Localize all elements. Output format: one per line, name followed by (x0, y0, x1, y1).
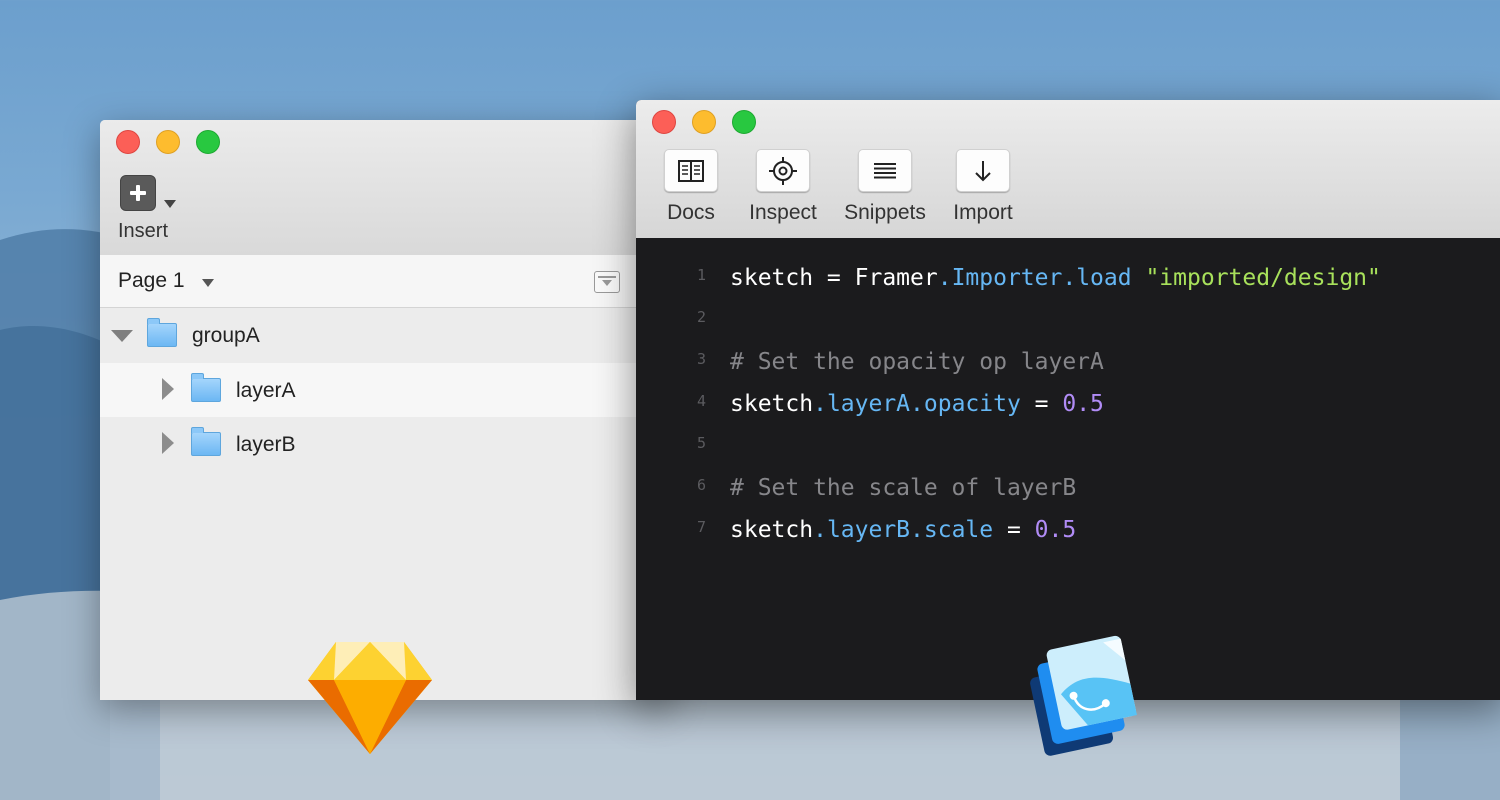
line-number: 5 (696, 434, 706, 452)
disclosure-expanded-icon[interactable] (111, 330, 133, 342)
code-editor[interactable]: 1 sketch = Framer.Importer.load "importe… (636, 238, 1500, 700)
code-comment: # Set the opacity op layerA (730, 349, 1104, 375)
close-button[interactable] (116, 130, 140, 154)
zoom-button[interactable] (732, 110, 756, 134)
sketch-toolbar: Insert (100, 120, 670, 256)
line-number: 6 (696, 476, 706, 494)
line-number: 1 (696, 266, 706, 284)
code-text: # Set the scale of layerB (730, 468, 1076, 508)
docs-button[interactable] (664, 149, 718, 192)
snippets-button[interactable] (858, 149, 912, 192)
line-number: 2 (696, 308, 706, 326)
lines-icon (874, 162, 896, 178)
snippets-label: Snippets (844, 201, 926, 224)
code-line[interactable]: 5 (636, 426, 1500, 466)
plus-icon (130, 185, 146, 201)
zoom-button[interactable] (196, 130, 220, 154)
insert-dropdown-icon[interactable] (164, 200, 176, 208)
minimize-button[interactable] (692, 110, 716, 134)
arrow-down-icon (975, 160, 991, 181)
insert-label: Insert (118, 220, 169, 242)
code-token: 0.5 (1062, 391, 1104, 417)
code-line[interactable]: 4 sketch.layerA.opacity = 0.5 (636, 384, 1500, 424)
code-text: # Set the opacity op layerA (730, 342, 1104, 382)
code-token: .layerA.opacity (813, 391, 1021, 417)
code-line[interactable]: 1 sketch = Framer.Importer.load "importe… (636, 258, 1500, 298)
import-button[interactable] (956, 149, 1010, 192)
folder-icon (147, 318, 177, 347)
layer-row-groupA[interactable]: groupA (100, 308, 670, 362)
code-line[interactable]: 3 # Set the opacity op layerA (636, 342, 1500, 382)
code-text: sketch.layerA.opacity = 0.5 (730, 384, 1104, 424)
minimize-button[interactable] (156, 130, 180, 154)
code-line[interactable]: 6 # Set the scale of layerB (636, 468, 1500, 508)
sketch-window: Insert Page 1 groupA layerA layerB (100, 120, 670, 700)
code-comment: # Set the scale of layerB (730, 475, 1077, 501)
code-text: sketch.layerB.scale = 0.5 (730, 510, 1076, 550)
layer-name: groupA (192, 324, 260, 347)
book-icon (678, 159, 704, 182)
close-button[interactable] (652, 110, 676, 134)
collapse-pages-icon[interactable] (594, 271, 620, 293)
folder-icon (191, 427, 221, 456)
sketch-app-icon (308, 642, 432, 754)
line-number: 3 (696, 350, 706, 368)
framer-window: Docs Inspect Snippets Import 1 sketch = … (636, 100, 1500, 700)
import-label: Import (953, 201, 1013, 224)
line-number: 7 (696, 518, 706, 536)
chevron-down-icon[interactable] (202, 279, 214, 287)
code-token: sketch = Framer (730, 265, 938, 291)
layer-name: layerB (236, 433, 296, 456)
code-text: sketch = Framer.Importer.load "imported/… (730, 258, 1381, 298)
line-number: 4 (696, 392, 706, 410)
layer-row-layerB[interactable]: layerB (100, 417, 670, 471)
insert-button[interactable] (120, 175, 156, 211)
layer-name: layerA (236, 379, 296, 402)
inspect-button[interactable] (756, 149, 810, 192)
code-token: .layerB.scale (813, 517, 994, 543)
disclosure-collapsed-icon[interactable] (162, 432, 174, 454)
code-token: "imported/design" (1145, 265, 1381, 291)
code-token: 0.5 (1034, 517, 1077, 543)
crosshair-icon (769, 156, 797, 185)
page-selector-bar: Page 1 (100, 255, 670, 308)
framer-toolbar: Docs Inspect Snippets Import (636, 100, 1500, 239)
layer-row-layerA[interactable]: layerA (100, 363, 670, 417)
framer-app-icon (1030, 635, 1137, 756)
code-token: .Importer.load (937, 265, 1132, 291)
code-token: = (993, 517, 1035, 543)
inspect-label: Inspect (749, 201, 817, 224)
disclosure-collapsed-icon[interactable] (162, 378, 174, 400)
folder-icon (191, 373, 221, 402)
code-line[interactable]: 2 (636, 300, 1500, 340)
code-line[interactable]: 7 sketch.layerB.scale = 0.5 (636, 510, 1500, 550)
page-selector[interactable]: Page 1 (118, 269, 185, 293)
code-token: = (1020, 391, 1063, 417)
code-token: sketch (730, 391, 814, 417)
code-token: sketch (730, 517, 814, 543)
